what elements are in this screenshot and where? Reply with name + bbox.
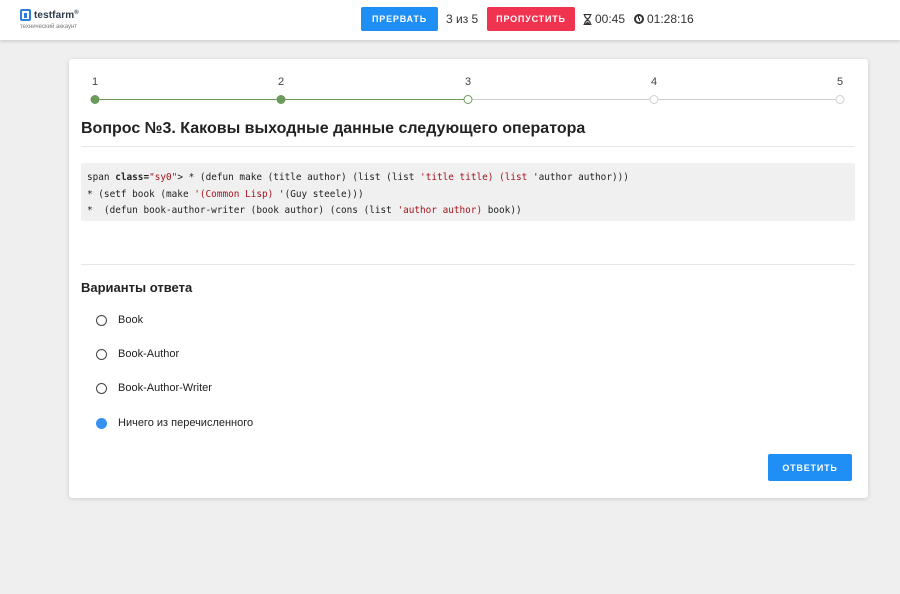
answer-option-1[interactable]: Book [96, 314, 143, 326]
step-2-dot [276, 95, 286, 104]
code-block: span class="sy0"> * (defun make (title a… [81, 163, 855, 221]
question-counter: 3 из 5 [446, 12, 479, 26]
hourglass-icon [583, 13, 592, 25]
step-5-dot [835, 95, 845, 104]
code-divider [81, 264, 855, 265]
code-text: * (defun book-author-writer (book author… [87, 205, 398, 216]
answer-option-2[interactable]: Book-Author [96, 348, 179, 360]
question-timer-value: 00:45 [595, 12, 626, 26]
code-line-1: span class="sy0"> * (defun make (title a… [87, 172, 629, 183]
radio-button[interactable] [96, 382, 107, 394]
progress-stepper: 1 2 3 4 5 [69, 59, 868, 119]
code-line-3: * (defun book-author-writer (book author… [87, 205, 522, 216]
answer-label: Book-Author-Writer [118, 382, 212, 394]
step-2-label: 2 [277, 76, 285, 88]
step-5-label: 5 [836, 76, 844, 88]
total-timer: 01:28:16 [634, 12, 694, 26]
code-text: * (setf book (make [87, 188, 195, 200]
code-string: (list [499, 172, 528, 183]
answer-option-3[interactable]: Book-Author-Writer [96, 382, 212, 394]
step-4-label: 4 [650, 76, 658, 88]
step-1-dot [90, 95, 100, 104]
radio-button-selected[interactable] [96, 417, 107, 429]
radio-button[interactable] [96, 314, 107, 326]
logo[interactable]: testfarm® технический аккаунт [20, 9, 79, 30]
code-text: span [87, 172, 116, 183]
radio-button[interactable] [96, 348, 107, 360]
answer-label: Book [118, 314, 144, 326]
answer-option-4[interactable]: Ничего из перечисленного [96, 417, 253, 429]
logo-name: testfarm® [34, 10, 79, 21]
question-title: Вопрос №3. Каковы выходные данные следую… [81, 120, 586, 137]
question-card: 1 2 3 4 5 Вопрос №3. Каковы выходные дан… [69, 59, 868, 498]
code-string: 'title title) [420, 172, 494, 183]
logo-registered-mark: ® [74, 9, 79, 16]
question-timer: 00:45 [583, 12, 625, 26]
clock-icon [634, 14, 644, 24]
code-keyword: class= [115, 172, 150, 183]
total-timer-value: 01:28:16 [647, 12, 694, 26]
code-string: 'author author) [397, 205, 483, 216]
step-4-dot [649, 95, 659, 104]
code-text: '(Guy steele))) [273, 188, 364, 200]
top-bar: testfarm® технический аккаунт прервать 3… [0, 0, 900, 40]
code-string: '(Common Lisp) [194, 188, 274, 200]
skip-button[interactable]: пропустить [487, 7, 575, 31]
answer-label: Book-Author [118, 348, 180, 360]
answer-label: Ничего из перечисленного [118, 417, 254, 429]
abort-button[interactable]: прервать [361, 7, 438, 31]
code-string: "sy0" [149, 172, 178, 183]
code-line-2: * (setf book (make '(Common Lisp) '(Guy … [87, 189, 364, 200]
step-3-dot [463, 95, 473, 104]
title-divider [81, 146, 855, 147]
logo-row: testfarm® [20, 9, 79, 21]
step-3-label: 3 [464, 76, 472, 88]
logo-icon [20, 9, 31, 21]
answers-title: Варианты ответа [81, 280, 193, 295]
code-text: book)) [482, 205, 522, 216]
step-1-label: 1 [91, 76, 99, 88]
logo-name-text: testfarm [34, 9, 75, 21]
code-text: 'author author))) [527, 172, 629, 183]
account-type-label: технический аккаунт [20, 24, 78, 30]
submit-answer-button[interactable]: ответить [768, 454, 852, 481]
code-text: > * (defun make (title author) (list (li… [177, 172, 421, 183]
